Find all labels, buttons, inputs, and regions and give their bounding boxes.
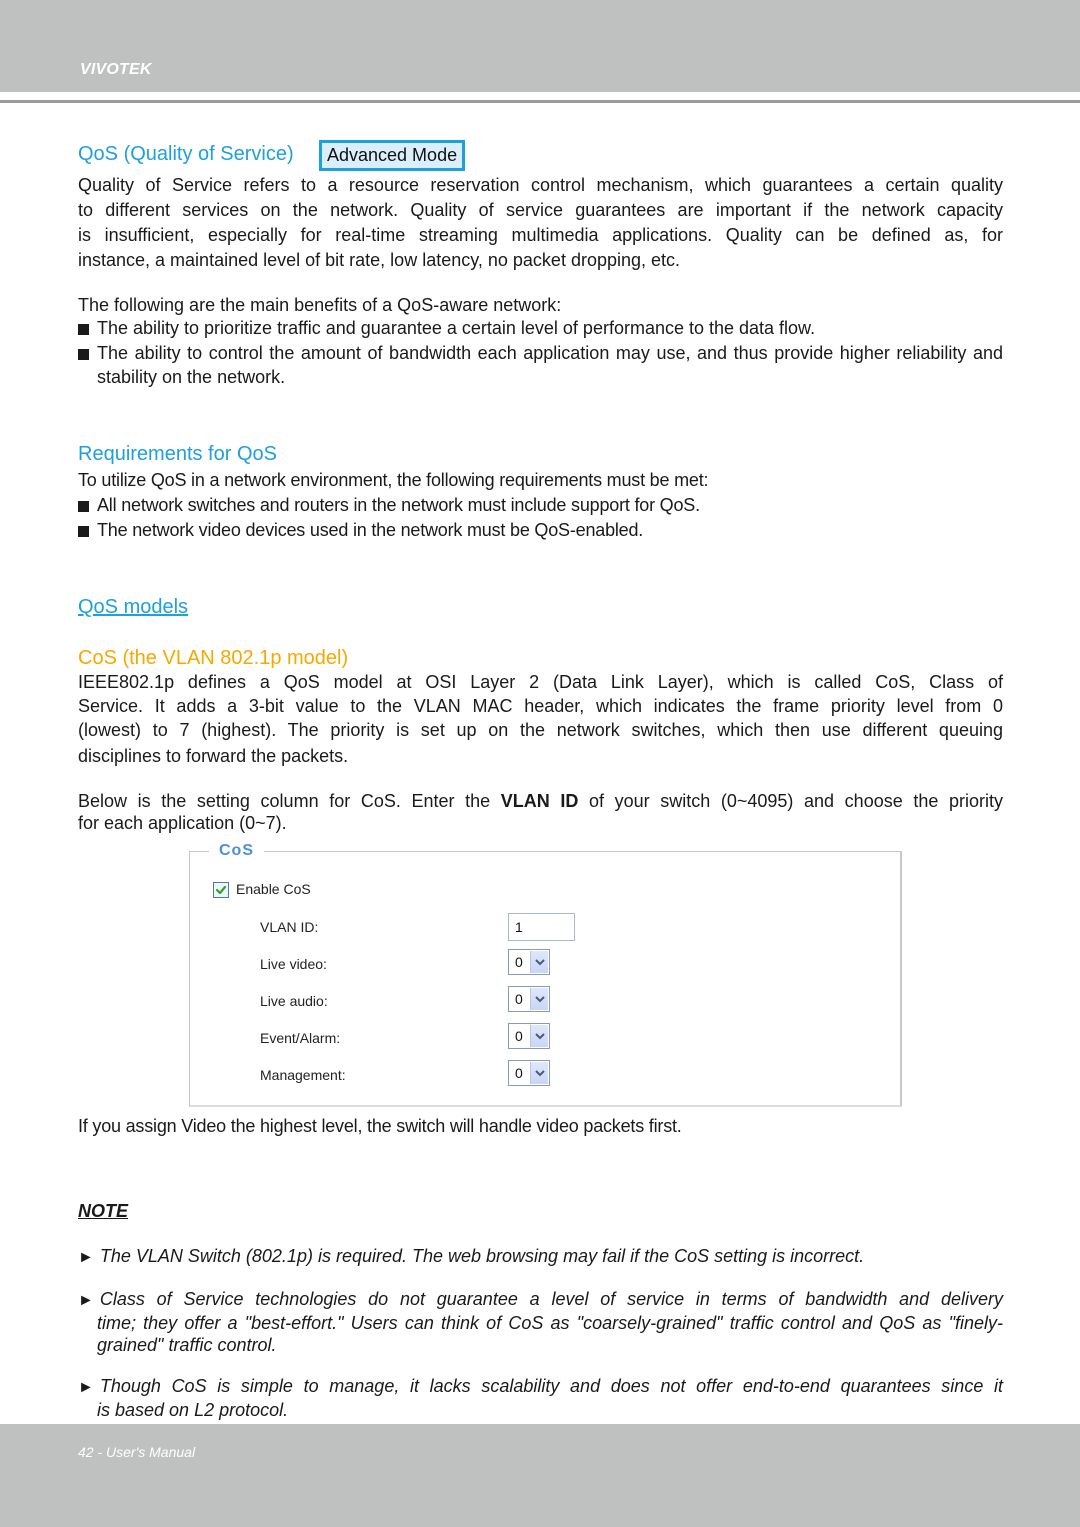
header-band	[0, 0, 1080, 92]
qos-intro-line: to different services on the network. Qu…	[78, 200, 1003, 220]
note-title: NOTE	[78, 1201, 129, 1221]
square-bullet-icon	[78, 501, 89, 512]
vlan-id-label: VLAN ID:	[260, 919, 319, 935]
header-divider	[0, 100, 1080, 103]
footer-band	[0, 1424, 1080, 1527]
benefit-item: The ability to prioritize traffic and gu…	[78, 316, 1003, 341]
cos-description: IEEE802.1p defines a QoS model at OSI La…	[78, 670, 1003, 770]
benefits-intro: The following are the main benefits of a…	[78, 295, 562, 315]
cos-panel-legend: CoS	[209, 842, 264, 860]
event-alarm-priority-select[interactable]: 0	[508, 1023, 550, 1049]
event-alarm-label: Event/Alarm:	[260, 1030, 341, 1046]
live-audio-priority-select[interactable]: 0	[508, 986, 550, 1012]
chevron-down-icon	[530, 1025, 548, 1047]
square-bullet-icon	[78, 324, 89, 335]
triangle-bullet-icon: ►	[78, 1292, 94, 1309]
vlan-id-input[interactable]: 1	[508, 913, 575, 941]
qos-title: QoS (Quality of Service)	[78, 143, 294, 165]
after-panel-text: If you assign Video the highest level, t…	[78, 1116, 682, 1136]
advanced-mode-badge: Advanced Mode	[319, 140, 466, 171]
cos-description-line: IEEE802.1p defines a QoS model at OSI La…	[78, 672, 1003, 692]
vlan-id-emphasis: VLAN ID	[500, 791, 579, 811]
live-audio-label: Live audio:	[260, 993, 328, 1009]
note-item: ► Class of Service technologies do not gu…	[78, 1289, 1003, 1355]
qos-intro-line: instance, a maintained level of bit rate…	[78, 250, 681, 270]
brand-logo: VIVOTEK	[80, 61, 152, 78]
chevron-down-icon	[530, 1062, 548, 1084]
benefit-item: The ability to control the amount of ban…	[78, 341, 1003, 389]
note-item: ► The VLAN Switch (802.1p) is required. T…	[78, 1245, 1003, 1269]
qos-intro-line: Quality of Service refers to a resource …	[78, 175, 1003, 195]
requirement-item: All network switches and routers in the …	[78, 493, 1003, 518]
management-priority-select[interactable]: 0	[508, 1060, 550, 1086]
square-bullet-icon	[78, 349, 89, 360]
triangle-bullet-icon: ►	[78, 1379, 94, 1396]
requirements-title: Requirements for QoS	[78, 443, 277, 465]
requirement-item: The network video devices used in the ne…	[78, 518, 1003, 543]
setting-instructions: Below is the setting column for CoS. Ent…	[78, 791, 1003, 833]
enable-cos-checkbox[interactable]	[213, 882, 229, 898]
note-item: ► Though CoS is simple to manage, it lack…	[78, 1376, 1003, 1420]
requirements-intro: To utilize QoS in a network environment,…	[78, 470, 709, 490]
live-video-priority-select[interactable]: 0	[508, 949, 550, 975]
cos-model-title: CoS (the VLAN 802.1p model)	[78, 647, 349, 669]
qos-intro-paragraph: Quality of Service refers to a resource …	[78, 173, 1003, 273]
management-label: Management:	[260, 1067, 346, 1083]
cos-description-line: Service. It adds a 3-bit value to the VL…	[78, 696, 1003, 716]
page-number: 42 - User's Manual	[78, 1444, 196, 1460]
qos-models-link[interactable]: QoS models	[78, 596, 188, 619]
enable-cos-label: Enable CoS	[236, 881, 311, 897]
square-bullet-icon	[78, 526, 89, 537]
live-video-label: Live video:	[260, 956, 327, 972]
checkmark-icon	[215, 885, 227, 895]
qos-intro-line: is insufficient, especially for real-tim…	[78, 225, 1003, 245]
triangle-bullet-icon: ►	[78, 1249, 94, 1266]
cos-description-line: (lowest) to 7 (highest). The priority is…	[78, 720, 1003, 740]
cos-description-line: disciplines to forward the packets.	[78, 746, 349, 766]
chevron-down-icon	[530, 988, 548, 1010]
chevron-down-icon	[530, 951, 548, 973]
